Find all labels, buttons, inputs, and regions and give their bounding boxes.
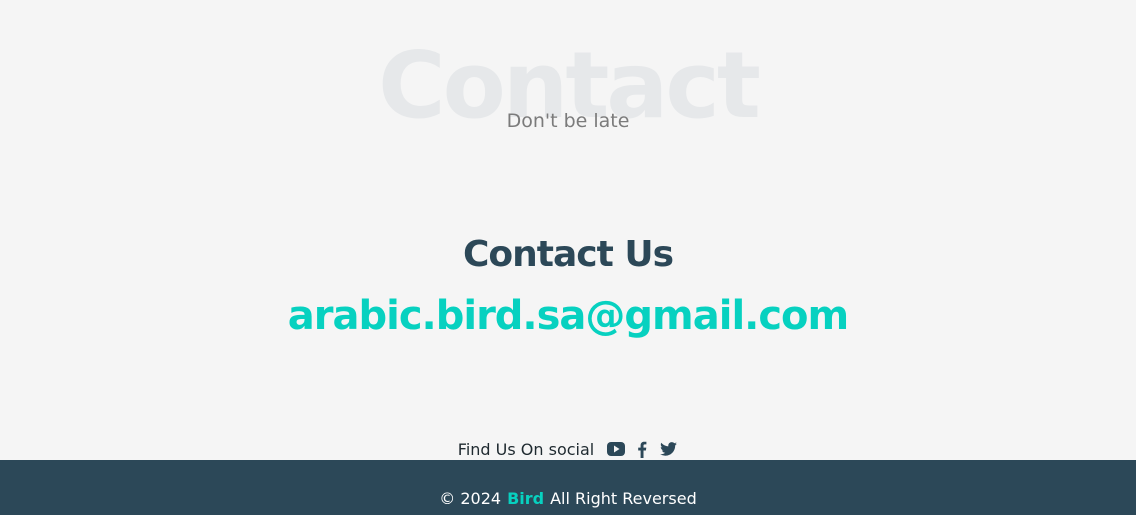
contact-title: Contact Us bbox=[462, 234, 674, 275]
youtube-icon[interactable] bbox=[606, 439, 626, 459]
footer-brand-link[interactable]: Bird bbox=[507, 489, 544, 508]
twitter-icon[interactable] bbox=[658, 439, 678, 459]
section-header: Contact Don't be late bbox=[0, 0, 1136, 160]
social-label: Find Us On social bbox=[457, 439, 595, 459]
section-subtitle: Don't be late bbox=[506, 110, 630, 132]
social-bar: Find Us On social bbox=[0, 438, 1136, 460]
page: Contact Don't be late Contact Us arabic.… bbox=[0, 0, 1136, 515]
footer-copyright: © 2024 bbox=[439, 489, 502, 508]
footer: © 2024 Bird All Right Reversed bbox=[0, 460, 1136, 515]
footer-rights: All Right Reversed bbox=[550, 489, 697, 508]
contact-email-link[interactable]: arabic.bird.sa@gmail.com bbox=[0, 293, 1136, 339]
facebook-icon[interactable] bbox=[632, 439, 652, 459]
